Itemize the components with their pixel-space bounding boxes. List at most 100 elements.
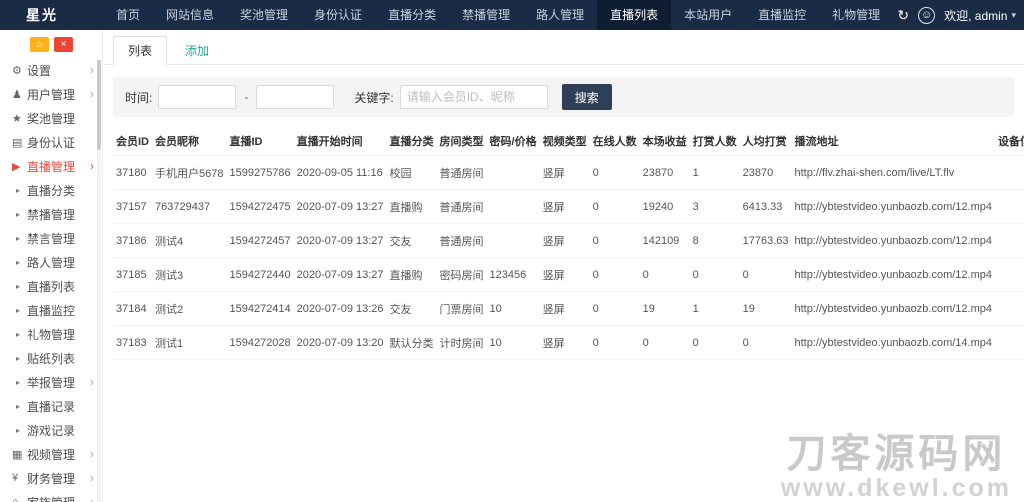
col-header: 会员ID [113, 127, 152, 156]
col-header: 人均打赏 [739, 127, 792, 156]
col-header: 播流地址 [791, 127, 995, 156]
sidebar-item-prize-pool[interactable]: ★ 奖池管理 [0, 106, 102, 130]
nav-item-home[interactable]: 首页 [103, 0, 153, 30]
sidebar-item-live-records[interactable]: ▸ 直播记录 [0, 394, 102, 418]
chevron-down-icon: ▾ [1011, 9, 1016, 20]
sidebar-item-ban-broadcast[interactable]: ▸ 禁播管理 [0, 202, 102, 226]
col-header: 在线人数 [589, 127, 640, 156]
caret-right-icon: ▸ [16, 281, 21, 291]
admin-dropdown[interactable]: 欢迎, admin ▾ [944, 7, 1016, 24]
nav-item-ban-management[interactable]: 禁播管理 [449, 0, 523, 30]
sidebar-item-finance-management[interactable]: ¥ 财务管理 › [0, 466, 102, 490]
filter-bar: 时间: - 关键字: 搜索 [113, 77, 1014, 117]
chevron-right-icon: › [90, 87, 94, 101]
video-icon: ▦ [12, 448, 23, 461]
sidebar-item-video-management[interactable]: ▦ 视频管理 › [0, 442, 102, 466]
top-menu: 首页 网站信息 奖池管理 身份认证 直播分类 禁播管理 路人管理 直播列表 本站… [103, 0, 893, 30]
chevron-right-icon: › [90, 375, 94, 389]
welcome-text: 欢迎, admin [944, 8, 1008, 23]
cell-device-info [995, 155, 1024, 190]
nav-item-identity-auth[interactable]: 身份认证 [301, 0, 375, 30]
cell-category: 校园 [386, 155, 437, 190]
caret-right-icon: ▸ [16, 257, 21, 267]
scrollbar-thumb[interactable] [97, 60, 101, 150]
nav-item-gift-management[interactable]: 礼物管理 [819, 0, 893, 30]
caret-right-icon: ▸ [16, 185, 21, 195]
sidebar-item-gift-management[interactable]: ▸ 礼物管理 [0, 322, 102, 346]
nav-item-live-category[interactable]: 直播分类 [375, 0, 449, 30]
sidebar-item-label: 游戏记录 [27, 423, 76, 438]
col-header: 直播ID [226, 127, 294, 156]
avatar-icon[interactable]: ☺ [918, 6, 936, 24]
cell-avg-reward: 0 [739, 325, 792, 360]
cell-nickname: 测试1 [152, 325, 227, 360]
sidebar-item-ban-speech[interactable]: ▸ 禁言管理 [0, 226, 102, 250]
sidebar-item-label: 禁言管理 [27, 231, 76, 246]
nav-item-live-list[interactable]: 直播列表 [597, 0, 672, 30]
sidebar-item-family-management[interactable]: ⌂ 家族管理 › [0, 490, 102, 502]
cell-reward-count: 8 [689, 223, 740, 258]
sidebar-item-settings[interactable]: ⚙ 设置 › [0, 58, 102, 82]
cell-member-id: 37184 [113, 291, 152, 326]
sidebar-item-label: 用户管理 [27, 87, 76, 102]
cell-avg-reward: 0 [739, 257, 792, 292]
caret-right-icon: ▸ [16, 353, 21, 363]
sidebar-item-label: 奖池管理 [27, 111, 76, 126]
sidebar-item-live-list[interactable]: ▸ 直播列表 [0, 274, 102, 298]
family-icon: ⌂ [12, 496, 19, 502]
tab-add[interactable]: 添加 [171, 37, 223, 64]
nav-item-site-users[interactable]: 本站用户 [671, 0, 745, 30]
cell-earnings: 19 [639, 291, 690, 326]
brand-logo[interactable]: 星光 [0, 0, 103, 30]
refresh-icon[interactable]: ↻ [897, 8, 909, 22]
sidebar-item-game-records[interactable]: ▸ 游戏记录 [0, 418, 102, 442]
sidebar-item-identity-auth[interactable]: ▤ 身份认证 [0, 130, 102, 154]
cell-online-count: 0 [589, 325, 640, 360]
col-header: 本场收益 [639, 127, 690, 156]
cell-earnings: 19240 [639, 189, 690, 224]
cell-start-time: 2020-07-09 13:27 [293, 257, 387, 292]
cell-device-info [995, 291, 1024, 326]
top-navbar: 星光 首页 网站信息 奖池管理 身份认证 直播分类 禁播管理 路人管理 直播列表… [0, 0, 1024, 30]
sidebar-scrollbar[interactable] [97, 60, 101, 502]
nav-item-live-monitor[interactable]: 直播监控 [745, 0, 819, 30]
main-content: 列表 添加 时间: - 关键字: 搜索 会员ID 会员昵称 直播ID 直播开始时… [103, 30, 1024, 502]
cell-earnings: 0 [639, 257, 690, 292]
keyword-input[interactable] [399, 85, 548, 109]
sidebar-item-user-management[interactable]: ♟ 用户管理 › [0, 82, 102, 106]
cell-device-info [995, 223, 1024, 258]
time-separator: - [244, 90, 249, 104]
nav-item-prize-pool[interactable]: 奖池管理 [227, 0, 301, 30]
sidebar-item-live-management[interactable]: ▶ 直播管理 › [0, 154, 102, 178]
cell-password-price [486, 189, 540, 224]
sidebar-item-live-category[interactable]: ▸ 直播分类 [0, 178, 102, 202]
cell-password-price [486, 155, 540, 190]
chevron-right-icon: › [90, 447, 94, 461]
sidebar-item-live-monitor[interactable]: ▸ 直播监控 [0, 298, 102, 322]
cell-nickname: 测试4 [152, 223, 227, 258]
cell-start-time: 2020-07-09 13:27 [293, 189, 387, 224]
search-button[interactable]: 搜索 [561, 84, 612, 110]
cell-device-info [995, 325, 1024, 360]
cell-start-time: 2020-07-09 13:20 [293, 325, 387, 360]
sidebar-item-passerby[interactable]: ▸ 路人管理 [0, 250, 102, 274]
sidebar-item-label: 路人管理 [27, 255, 76, 270]
time-end-input[interactable] [256, 85, 335, 109]
cell-online-count: 0 [589, 223, 640, 258]
sidebar-item-report-management[interactable]: ▸ 举报管理 › [0, 370, 102, 394]
nav-item-passerby[interactable]: 路人管理 [523, 0, 597, 30]
cell-start-time: 2020-07-09 13:26 [293, 291, 387, 326]
sidebar-item-sticker-list[interactable]: ▸ 贴纸列表 [0, 346, 102, 370]
cell-stream-url: http://ybtestvideo.yunbaozb.com/12.mp4 [791, 291, 995, 326]
nav-item-site-info[interactable]: 网站信息 [153, 0, 227, 30]
tab-bar: 列表 添加 [103, 30, 1024, 65]
close-tag-button[interactable]: × [54, 36, 73, 52]
home-tag-button[interactable]: ⌂ [30, 36, 49, 52]
cell-live-id: 1594272440 [226, 257, 294, 292]
cell-stream-url: http://ybtestvideo.yunbaozb.com/12.mp4 [791, 257, 995, 292]
time-start-input[interactable] [158, 85, 237, 109]
tab-list[interactable]: 列表 [113, 36, 168, 65]
sidebar-item-label: 直播管理 [27, 159, 76, 174]
cell-member-id: 37183 [113, 325, 152, 360]
sidebar-item-label: 直播分类 [27, 183, 76, 198]
